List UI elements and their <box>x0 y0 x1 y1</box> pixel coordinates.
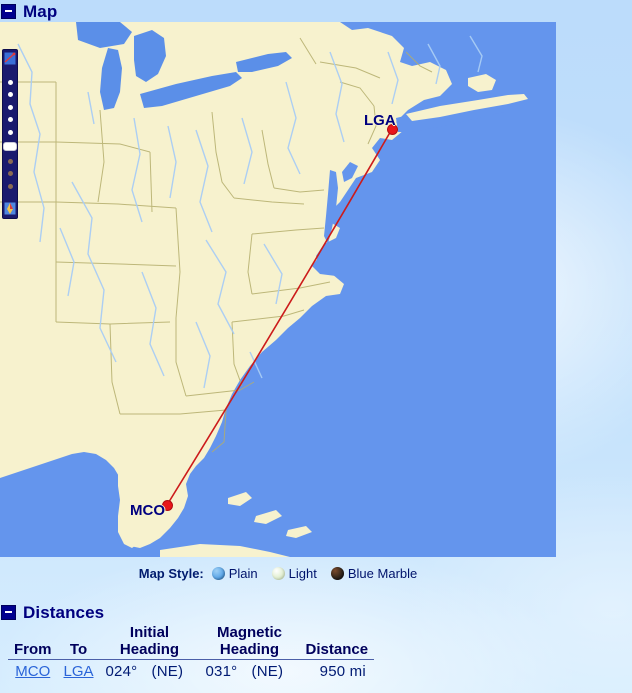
column-header-initial-heading-line1: Initial <box>129 624 170 641</box>
marker-label-MCO: MCO <box>130 502 165 519</box>
collapse-minus-icon[interactable] <box>1 604 16 620</box>
zoom-tick[interactable] <box>7 117 13 122</box>
globe-light-icon <box>271 566 285 580</box>
map-style-option-light-label: Light <box>288 565 317 581</box>
map-canvas[interactable] <box>0 22 556 557</box>
zoom-in-compass-icon[interactable] <box>3 198 17 218</box>
distances-section-header[interactable]: Distances <box>0 602 104 622</box>
zoom-tick[interactable] <box>7 158 13 164</box>
column-header-distance: Distance <box>299 624 375 660</box>
map-section-title: Map <box>23 1 58 21</box>
column-header-from-line2: From <box>14 641 52 658</box>
column-header-magnetic-heading-line1: Magnetic <box>217 624 283 641</box>
cell-to: LGA <box>58 660 100 682</box>
map-style-option-blue-marble[interactable]: Blue Marble <box>330 565 418 581</box>
globe-blue-marble-icon <box>330 566 344 580</box>
map-style-label: Map Style: <box>138 565 204 581</box>
map-section-header[interactable]: Map <box>0 1 57 21</box>
column-header-from: From <box>8 624 58 660</box>
table-header-row: From To Initial Heading Magnetic Heading… <box>8 624 375 660</box>
column-header-distance-line2: Distance <box>305 641 369 658</box>
zoom-tick[interactable] <box>7 171 13 176</box>
marker-label-LGA: LGA <box>364 112 396 129</box>
distances-table: From To Initial Heading Magnetic Heading… <box>8 624 375 682</box>
magnetic-heading-cardinal: (NE) <box>251 663 284 680</box>
collapse-minus-icon[interactable] <box>1 3 16 19</box>
magnetic-heading-degrees: 031° <box>205 663 238 680</box>
zoom-tick[interactable] <box>7 129 13 135</box>
cell-initial-heading: 024° (NE) <box>100 660 200 682</box>
airport-link-from[interactable]: MCO <box>15 663 50 680</box>
map-style-bar: Map Style: Plain Light Blue Marble <box>0 563 556 583</box>
column-header-to: To <box>57 624 100 660</box>
airport-link-to[interactable]: LGA <box>64 663 94 680</box>
table-row: MCO LGA 024° (NE) 031° (NE) 950 mi <box>8 660 374 682</box>
zoom-slider-track[interactable] <box>3 70 17 198</box>
zoom-tick[interactable] <box>7 183 13 189</box>
zoom-out-world-icon[interactable] <box>3 50 17 70</box>
cell-distance: 950 mi <box>319 663 366 680</box>
map-style-option-light[interactable]: Light <box>271 565 317 581</box>
distances-section-title: Distances <box>23 602 105 622</box>
globe-plain-icon <box>211 566 225 580</box>
column-header-initial-heading: Initial Heading <box>99 624 200 660</box>
column-header-initial-heading-line2: Heading <box>119 641 180 658</box>
zoom-tick[interactable] <box>7 104 13 110</box>
map-style-option-blue-marble-label: Blue Marble <box>347 565 418 581</box>
map-panel[interactable]: LGA MCO <box>0 22 556 557</box>
cell-from: MCO <box>8 660 58 682</box>
map-style-option-plain-label: Plain <box>228 565 258 581</box>
column-header-magnetic-heading-line2: Heading <box>219 641 280 658</box>
zoom-slider-handle[interactable] <box>3 142 17 151</box>
initial-heading-degrees: 024° <box>105 663 138 680</box>
initial-heading-cardinal: (NE) <box>151 663 184 680</box>
column-header-magnetic-heading: Magnetic Heading <box>199 624 300 660</box>
map-style-option-plain[interactable]: Plain <box>211 565 258 581</box>
zoom-tick[interactable] <box>7 92 13 97</box>
column-header-to-line2: To <box>69 641 88 658</box>
zoom-slider[interactable] <box>2 49 18 219</box>
cell-magnetic-heading: 031° (NE) <box>200 660 300 682</box>
zoom-tick[interactable] <box>7 79 13 85</box>
